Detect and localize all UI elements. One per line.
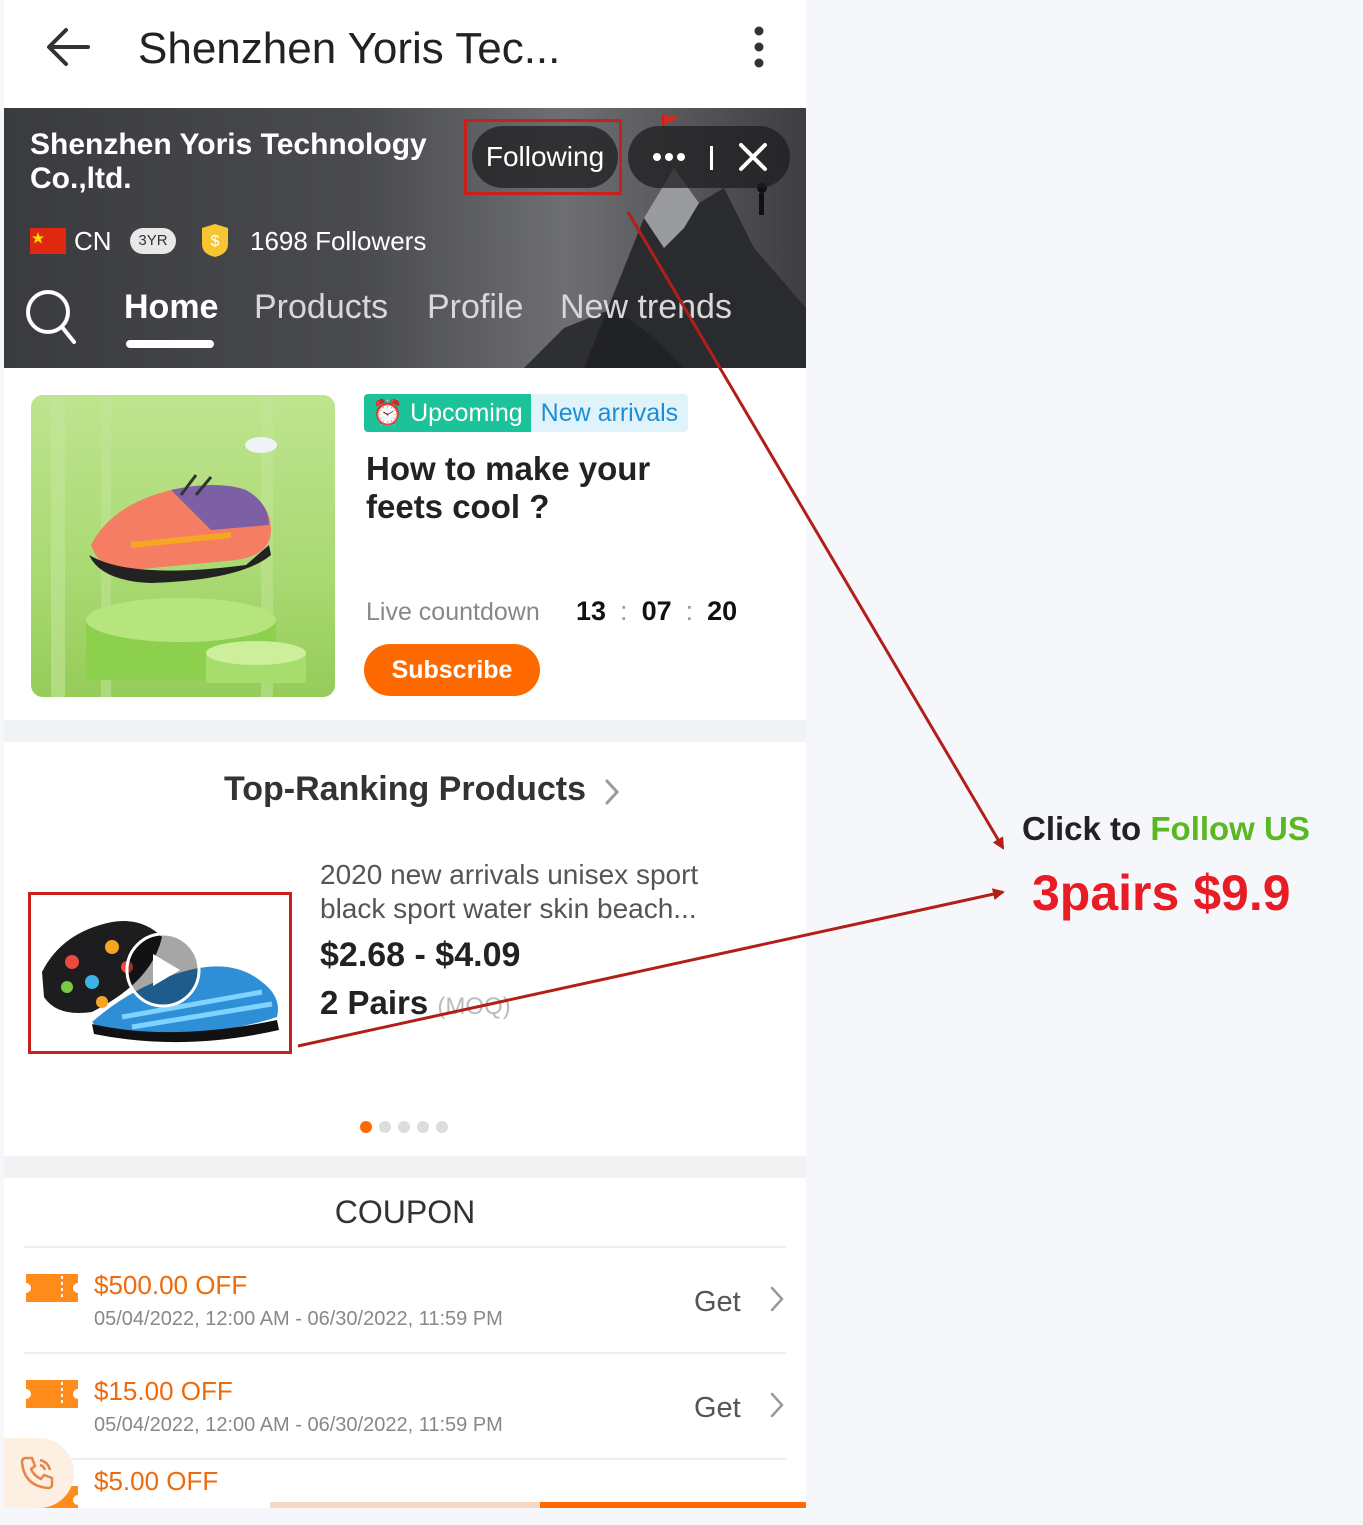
annotation-promo-text: 3pairs $9.9: [1032, 865, 1291, 921]
coupon-dates: 05/04/2022, 12:00 AM - 06/30/2022, 11:59…: [94, 1308, 503, 1330]
subscribe-button[interactable]: Subscribe: [364, 644, 540, 696]
store-header: Shenzhen Yoris Technology Co.,ltd. Follo…: [4, 108, 806, 368]
annotation-click-to: Click to: [1022, 810, 1142, 847]
pager-dot[interactable]: [398, 1121, 410, 1133]
pager-dot[interactable]: [417, 1121, 429, 1133]
countdown-seconds: 20: [707, 596, 738, 626]
product-desc-line1: 2020 new arrivals unisex sport: [320, 859, 699, 890]
carousel-pager: [360, 1120, 455, 1134]
store-name: Shenzhen Yoris Technology Co.,ltd.: [30, 128, 427, 195]
product-moq: 2 Pairs (MOQ): [320, 984, 511, 1022]
close-icon[interactable]: [738, 142, 768, 172]
follow-highlight-box: [464, 119, 622, 195]
actions-divider: [710, 146, 713, 170]
tab-profile[interactable]: Profile: [427, 288, 523, 327]
followers-count: 1698 Followers: [250, 226, 427, 256]
active-tab-indicator: [126, 340, 214, 348]
header-actions: [628, 126, 790, 188]
china-flag-icon: [30, 228, 66, 254]
product-highlight-box: [28, 892, 292, 1054]
search-icon[interactable]: [24, 288, 78, 346]
tab-new-trends[interactable]: New trends: [560, 288, 732, 327]
annotation-follow-text: Click to Follow US: [1022, 810, 1310, 848]
gold-supplier-icon: $: [202, 224, 228, 257]
live-thumbnail-image[interactable]: [31, 395, 335, 697]
countdown-hours: 13: [576, 596, 607, 626]
app-bar: Shenzhen Yoris Tec...: [4, 0, 806, 108]
pager-dot[interactable]: [379, 1121, 391, 1133]
more-vertical-icon[interactable]: [748, 26, 770, 68]
coupon-section: COUPON $500.00 OFF 05/04/2022, 12:00 AM …: [4, 1178, 806, 1508]
product-price: $2.68 - $4.09: [320, 936, 521, 974]
product-desc-line2: black sport water skin beach...: [320, 893, 697, 924]
new-arrivals-label: New arrivals: [530, 394, 689, 432]
country-label: CN: [74, 226, 112, 256]
coupon-amount: $15.00 OFF: [94, 1376, 233, 1406]
coupon-item[interactable]: $500.00 OFF 05/04/2022, 12:00 AM - 06/30…: [24, 1246, 786, 1354]
annotation-follow-us: Follow US: [1150, 810, 1310, 847]
upcoming-text: Upcoming: [410, 399, 523, 427]
contact-phone-button[interactable]: [4, 1438, 74, 1508]
ticket-icon: [26, 1274, 78, 1302]
countdown-minutes: 07: [641, 596, 672, 626]
coupon-get-button[interactable]: Get: [694, 1392, 741, 1425]
ticket-icon: [26, 1380, 78, 1408]
svg-text:$: $: [211, 233, 220, 250]
years-badge: 3YR: [130, 228, 176, 254]
live-title: How to make your feets cool ?: [366, 450, 651, 525]
chevron-right-icon[interactable]: [604, 778, 620, 806]
countdown-label: Live countdown: [366, 598, 540, 626]
coupon-item[interactable]: $15.00 OFF 05/04/2022, 12:00 AM - 06/30/…: [24, 1352, 786, 1460]
live-event-card[interactable]: ⏰ Upcoming New arrivals How to make your…: [4, 368, 806, 720]
upcoming-badge: ⏰ Upcoming New arrivals: [364, 394, 689, 432]
top-ranking-section: Top-Ranking Products 2020 new arrivals u…: [4, 742, 806, 1156]
product-description[interactable]: 2020 new arrivals unisex sport black spo…: [320, 858, 750, 926]
phone-screen: Shenzhen Yoris Tec... Shenzhen Yoris Tec…: [4, 0, 806, 1508]
store-tabs: Home Products Profile New trends: [4, 278, 806, 358]
back-arrow-icon[interactable]: [44, 26, 90, 68]
coupon-title: COUPON: [334, 1194, 476, 1230]
coupon-item[interactable]: $5.00 OFF: [24, 1458, 786, 1508]
countdown-timer: 13:07:20: [576, 596, 738, 626]
upcoming-label: ⏰ Upcoming: [364, 394, 531, 432]
app-bar-title: Shenzhen Yoris Tec...: [138, 24, 561, 73]
coupon-get-button[interactable]: Get: [694, 1286, 741, 1319]
tab-products[interactable]: Products: [254, 288, 388, 327]
pager-dot[interactable]: [436, 1121, 448, 1133]
coupon-amount: $5.00 OFF: [94, 1466, 219, 1496]
phone-icon: [20, 1456, 54, 1490]
tab-home[interactable]: Home: [124, 288, 218, 327]
store-meta: CN 3YR $ 1698 Followers: [30, 222, 530, 262]
chevron-right-icon[interactable]: [770, 1392, 784, 1418]
coupon-amount: $500.00 OFF: [94, 1270, 248, 1300]
coupon-dates: 05/04/2022, 12:00 AM - 06/30/2022, 11:59…: [94, 1414, 503, 1436]
more-horizontal-icon[interactable]: [652, 150, 686, 164]
ranking-title[interactable]: Top-Ranking Products: [224, 770, 586, 809]
pager-dot[interactable]: [360, 1121, 372, 1133]
chevron-right-icon[interactable]: [770, 1286, 784, 1312]
moq-label: (MOQ): [437, 993, 511, 1020]
shoe-on-podium-image: [51, 395, 306, 697]
bottom-progress-bar: [270, 1502, 806, 1508]
moq-value: 2 Pairs: [320, 984, 429, 1021]
